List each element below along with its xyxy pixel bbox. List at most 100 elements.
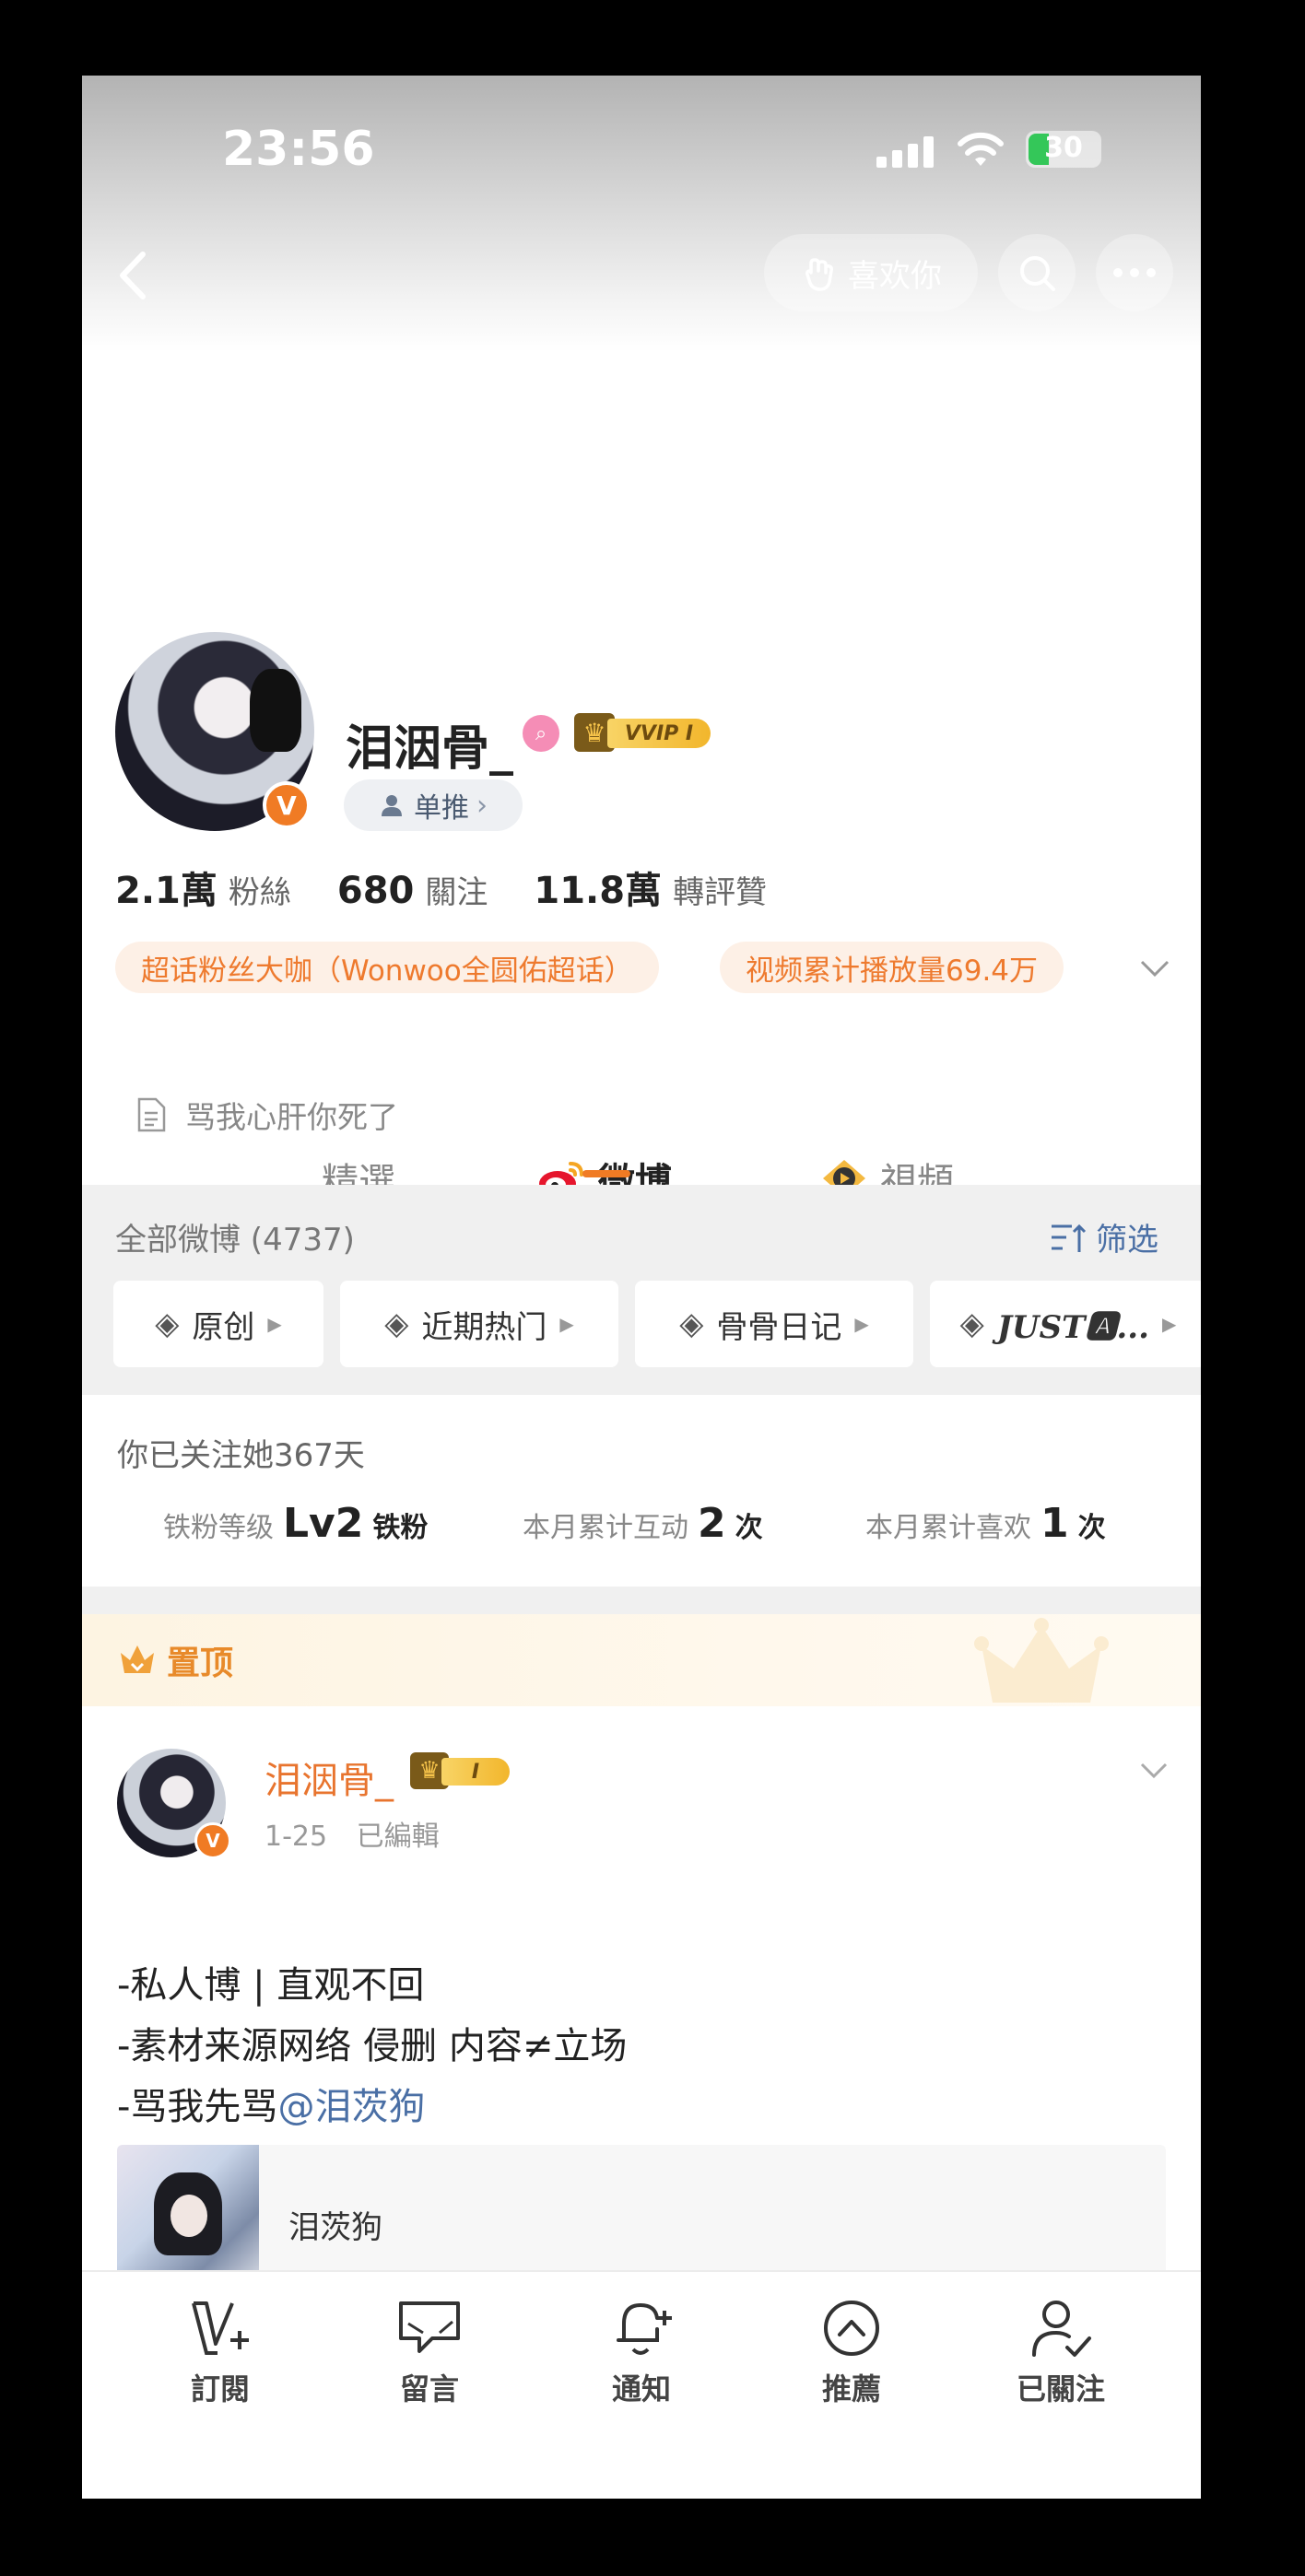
chip-original-label: 原创 [192, 1308, 255, 1346]
interact-label: 本月累计互动 [523, 1512, 688, 1544]
notify-label: 通知 [611, 2371, 671, 2406]
post-body: -私人博 | 直观不回 -素材来源网络 侵删 内容≠立场 -骂我先骂@泪茨狗 [117, 1955, 627, 2137]
interact-value: 2 [698, 1500, 726, 1547]
like-value: 1 [1040, 1500, 1069, 1547]
chip-just-label: JUST🅰... [996, 1308, 1149, 1346]
filter-button[interactable]: 筛选 [1050, 1214, 1158, 1259]
single-support-label: 单推 [414, 792, 469, 825]
notify-button[interactable]: 通知 [577, 2296, 706, 2408]
more-dots-icon [1113, 268, 1156, 277]
crown-watermark-icon [974, 1618, 1109, 1703]
fan-level-label: 铁粉等级 [163, 1512, 274, 1544]
monthly-interactions: 本月累计互动 2 次 [523, 1500, 763, 1547]
following-label: 關注 [425, 874, 488, 911]
search-icon [1020, 256, 1055, 291]
layers-icon: ◈ [959, 1306, 984, 1342]
person-icon [382, 795, 402, 816]
chip-diary-label: 骨骨日记 [716, 1308, 842, 1346]
up-arrow-circle-icon [824, 2301, 879, 2356]
bio: 骂我心肝你死了 [134, 1093, 398, 1137]
fan-level: 铁粉等级 Lv2 铁粉 [163, 1500, 428, 1547]
monthly-likes: 本月累计喜欢 1 次 [865, 1500, 1106, 1547]
bio-text: 骂我心肝你死了 [185, 1099, 398, 1135]
more-button[interactable] [1096, 234, 1173, 311]
fans-count[interactable]: 2.1萬 [115, 861, 218, 914]
profile-stats: 2.1萬 粉絲 680 關注 11.8萬 轉評贊 [115, 861, 813, 914]
fan-level-suffix: 铁粉 [372, 1512, 429, 1544]
chip-recent-hot-label: 近期热门 [421, 1308, 547, 1346]
chevron-down-icon[interactable] [1133, 1749, 1175, 1791]
chip-original[interactable]: ◈ 原创 ▶ [113, 1281, 323, 1367]
post-vip-label: I [441, 1758, 510, 1786]
fans-label: 粉絲 [228, 874, 291, 911]
like-you-label: 喜欢你 [848, 257, 942, 295]
fan-level-value: Lv2 [283, 1500, 364, 1547]
username: 泪洇骨_ [346, 721, 514, 777]
triangle-right-icon: ▶ [1161, 1313, 1177, 1335]
post-line: -私人博 | 直观不回 [117, 1964, 425, 2007]
cellular-signal-icon [876, 136, 935, 168]
verified-badge: V [263, 781, 311, 829]
chip-diary[interactable]: ◈ 骨骨日记 ▶ [635, 1281, 913, 1367]
crown-icon [121, 1645, 154, 1673]
message-icon [399, 2301, 460, 2353]
super-topic-badge-icon[interactable]: ⌕ [523, 715, 559, 752]
recommend-button[interactable]: 推薦 [787, 2296, 916, 2408]
video-views-tag[interactable]: 视频累计播放量69.4万 [720, 942, 1064, 993]
post-author[interactable]: 泪洇骨_ [265, 1751, 394, 1804]
battery-level: 30 [1044, 132, 1083, 164]
comment-button[interactable]: 留言 [365, 2296, 494, 2408]
follow-days: 你已关注她367天 [117, 1437, 365, 1474]
hand-icon [805, 258, 833, 291]
bottom-action-bar: 訂閱 留言 通知 推薦 已關注 [82, 2270, 1201, 2499]
layers-icon: ◈ [679, 1306, 704, 1342]
search-button[interactable] [998, 234, 1076, 311]
status-time: 23:56 [222, 122, 375, 177]
post-verified-badge: V [194, 1822, 231, 1859]
divider [82, 1587, 1201, 1614]
like-unit: 次 [1077, 1512, 1106, 1544]
active-tab-indicator [582, 1170, 630, 1177]
single-support-button[interactable]: 单推 › [344, 779, 523, 831]
following-count[interactable]: 680 [337, 870, 415, 912]
triangle-right-icon: ▶ [267, 1313, 282, 1335]
comment-label: 留言 [399, 2371, 459, 2406]
user-check-icon [1032, 2301, 1091, 2357]
interactions-label: 轉評贊 [673, 874, 768, 911]
subscribe-button[interactable]: 訂閱 [156, 2296, 285, 2408]
subscribe-icon [192, 2301, 249, 2355]
post-edited: 已編輯 [356, 1821, 440, 1853]
interactions-count[interactable]: 11.8萬 [534, 861, 662, 914]
like-you-button[interactable]: 喜欢你 [764, 234, 978, 311]
post-date: 1-25 [265, 1821, 328, 1853]
interact-unit: 次 [735, 1512, 763, 1544]
post-meta: 1-25 已編輯 [265, 1813, 440, 1854]
chevron-right-icon: › [476, 789, 488, 822]
back-arrow-icon[interactable] [106, 243, 161, 308]
mention-link[interactable]: @泪茨狗 [277, 2086, 425, 2128]
all-weibo-count: 全部微博 (4737) [115, 1222, 355, 1259]
layers-icon: ◈ [155, 1306, 180, 1342]
screen: 23:56 30 喜欢你 V 泪洇骨_ ⌕ ♛ VVIP I 单推 › 2.1萬… [82, 76, 1201, 2499]
chevron-down-icon[interactable] [1133, 945, 1177, 989]
recommend-label: 推薦 [821, 2371, 881, 2406]
following-button[interactable]: 已關注 [996, 2296, 1125, 2408]
vvip-label: VVIP I [607, 719, 711, 748]
filter-label: 筛选 [1096, 1222, 1158, 1259]
card-title: 泪茨狗 [288, 2209, 382, 2246]
post-vip-badge[interactable]: ♛ I [410, 1752, 511, 1789]
pinned-label: 置顶 [117, 1636, 233, 1684]
subscribe-label: 訂閱 [190, 2371, 250, 2406]
triangle-right-icon: ▶ [559, 1313, 574, 1335]
post-line: -素材来源网络 侵删 内容≠立场 [117, 2025, 628, 2067]
super-fan-tag[interactable]: 超话粉丝大咖（Wonwoo全圆佑超话） [115, 942, 659, 993]
vvip-badge[interactable]: ♛ VVIP I [574, 713, 712, 752]
layers-icon: ◈ [384, 1306, 409, 1342]
battery-icon: 30 [1026, 131, 1101, 168]
like-label: 本月累计喜欢 [865, 1512, 1031, 1544]
chip-recent-hot[interactable]: ◈ 近期热门 ▶ [340, 1281, 618, 1367]
wifi-icon [958, 132, 1004, 166]
filter-icon [1052, 1224, 1087, 1252]
document-icon [137, 1097, 166, 1132]
chip-just[interactable]: ◈ JUST🅰... ▶ [930, 1281, 1201, 1367]
